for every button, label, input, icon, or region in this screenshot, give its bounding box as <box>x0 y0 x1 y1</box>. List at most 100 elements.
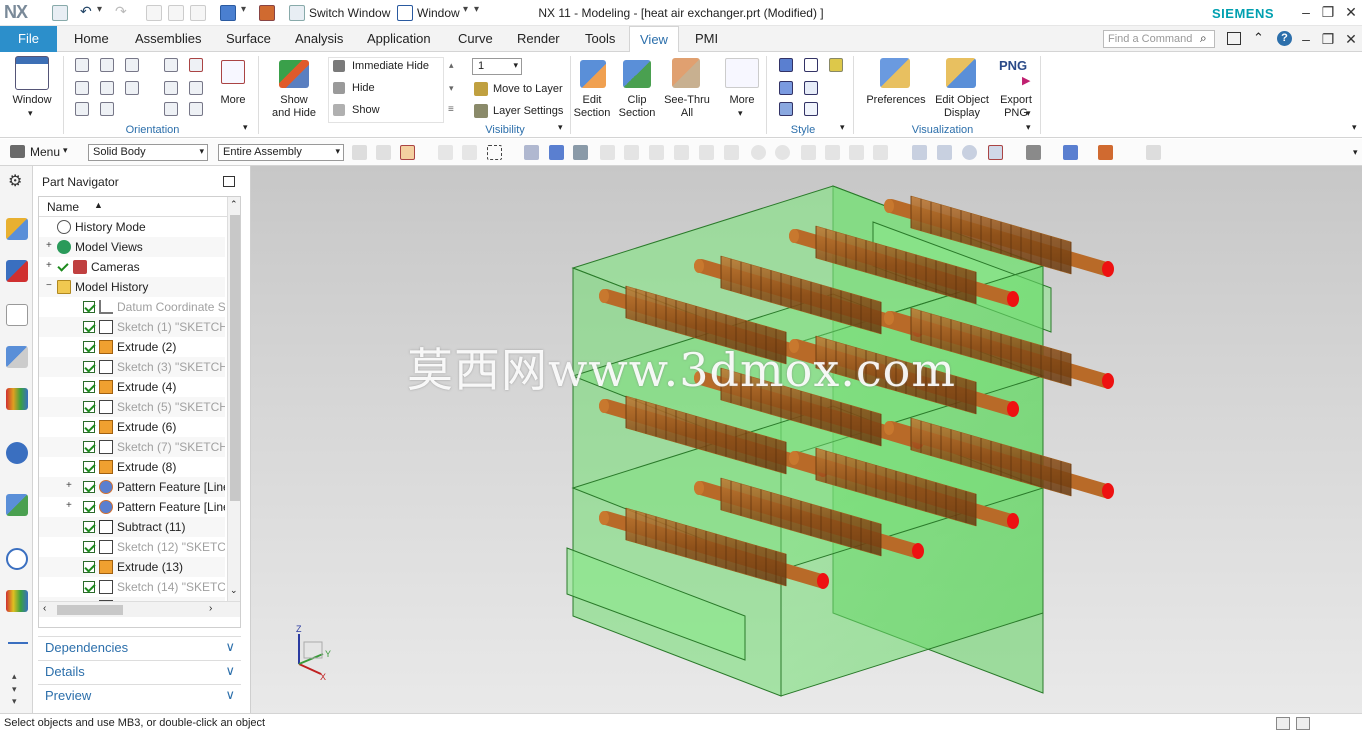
arc-center-icon[interactable] <box>751 145 766 160</box>
vertical-scrollbar[interactable]: ⌃ ⌄ <box>227 197 240 601</box>
web-browser-icon[interactable] <box>6 442 28 464</box>
tangent-icon[interactable] <box>674 145 689 160</box>
shaded-icon[interactable] <box>779 58 793 72</box>
edit-section-icon[interactable] <box>580 60 606 88</box>
pan-icon[interactable] <box>125 58 139 72</box>
horizontal-scroll-thumb[interactable] <box>57 605 123 615</box>
tab-assemblies[interactable]: Assemblies <box>125 26 211 52</box>
preview-panel[interactable]: Preview ∨ <box>38 684 241 706</box>
selection-scope-select[interactable]: Entire Assembly ▾ <box>218 144 344 161</box>
visibility-more-button[interactable]: More <box>722 94 762 107</box>
see-thru-all-button[interactable]: See-Thru All <box>659 94 715 120</box>
doc-close-icon[interactable]: ✕ <box>1341 31 1361 48</box>
menu-dropdown-icon[interactable]: ▾ <box>63 145 68 156</box>
studio-icon[interactable] <box>829 58 843 72</box>
horizontal-scrollbar[interactable]: ‹ › <box>39 601 240 617</box>
scroll-down-icon[interactable]: ▾ <box>12 684 17 695</box>
process-studio-icon[interactable] <box>8 634 28 644</box>
select-feature-icon[interactable] <box>376 145 391 160</box>
window-icon-large[interactable] <box>15 56 49 90</box>
hidden-edges-icon[interactable] <box>804 81 818 95</box>
point-on-surface-icon[interactable] <box>825 145 840 160</box>
tab-surface[interactable]: Surface <box>216 26 281 52</box>
tab-view[interactable]: View <box>629 26 679 53</box>
orientation-more-icon[interactable] <box>221 60 245 84</box>
reuse-library-icon[interactable] <box>6 346 28 368</box>
bottom-view-icon[interactable] <box>100 102 114 116</box>
tab-render[interactable]: Render <box>507 26 570 52</box>
line-end-icon[interactable] <box>600 145 615 160</box>
constraint-navigator-icon[interactable] <box>6 260 28 282</box>
tree-row[interactable]: Sketch (1) "SKETCH_( <box>39 317 225 337</box>
dependencies-panel[interactable]: Dependencies ∨ <box>38 636 241 658</box>
tree-row[interactable]: Extrude (13) <box>39 557 225 577</box>
immediate-hide-button[interactable]: Immediate Hide <box>352 60 429 72</box>
tree-row[interactable]: Sketch (3) "SKETCH_( <box>39 357 225 377</box>
quadrant-icon[interactable] <box>775 145 790 160</box>
hide-icon[interactable] <box>333 82 345 94</box>
visibility-checkbox[interactable] <box>83 381 95 393</box>
zoom-view-icon[interactable] <box>937 145 952 160</box>
render-style-icon[interactable] <box>1026 145 1041 160</box>
assembly-navigator-icon[interactable] <box>6 218 28 240</box>
window-dropdown-icon[interactable]: ▾ <box>28 108 33 119</box>
scroll-right-icon[interactable]: › <box>209 603 212 614</box>
find-command-input[interactable]: Find a Command <box>1103 30 1215 48</box>
rotate-icon[interactable] <box>164 81 178 95</box>
fit-icon[interactable] <box>75 58 89 72</box>
restore-icon[interactable]: ❐ <box>1318 4 1338 21</box>
type-filter-select[interactable]: Solid Body ▾ <box>88 144 208 161</box>
clock-icon[interactable] <box>6 548 28 570</box>
existing-point-icon[interactable] <box>873 145 888 160</box>
show-button[interactable]: Show <box>352 104 380 116</box>
bounded-grid-icon[interactable] <box>849 145 864 160</box>
tree-row[interactable]: + Pattern Feature [Line <box>39 477 225 497</box>
tree-row[interactable]: + Cameras <box>39 257 225 277</box>
tab-pmi[interactable]: PMI <box>685 26 728 52</box>
right-view-icon[interactable] <box>125 81 139 95</box>
tree-row[interactable]: History Mode <box>39 217 225 237</box>
status-icon-left[interactable] <box>1276 717 1290 730</box>
expand-icon[interactable]: + <box>66 500 72 511</box>
orient-view-icon[interactable] <box>988 145 1003 160</box>
tree-row[interactable]: Extrude (8) <box>39 457 225 477</box>
wireframe-icon[interactable] <box>804 58 818 72</box>
doc-minimize-icon[interactable]: – <box>1296 31 1316 47</box>
refresh-view-icon[interactable] <box>164 102 178 116</box>
visibility-checkbox[interactable] <box>83 441 95 453</box>
toolbar-overflow-icon[interactable]: ▾ <box>1353 147 1358 158</box>
fit-view-icon[interactable] <box>912 145 927 160</box>
preferences-button[interactable]: Preferences <box>864 94 928 107</box>
orientation-group-dropdown-icon[interactable]: ▾ <box>243 122 248 133</box>
gallery-down-icon[interactable]: ▾ <box>449 83 454 94</box>
more-dropdown-icon[interactable]: ▾ <box>738 108 743 119</box>
show-hide-icon[interactable] <box>279 60 309 88</box>
visibility-checkbox[interactable] <box>83 521 95 533</box>
menu-button[interactable]: Menu <box>30 145 60 159</box>
hide-button[interactable]: Hide <box>352 82 375 94</box>
clip-section-button[interactable]: Clip Section <box>615 94 659 120</box>
model-canvas[interactable]: Z X Y <box>251 166 1362 713</box>
tree-row[interactable]: Sketch (5) "SKETCH_( <box>39 397 225 417</box>
visibility-checkbox[interactable] <box>83 461 95 473</box>
front-view-icon[interactable] <box>100 81 114 95</box>
select-edge-icon[interactable] <box>462 145 477 160</box>
visibility-checkbox[interactable] <box>83 321 95 333</box>
tab-application[interactable]: Application <box>357 26 441 52</box>
visibility-checkbox[interactable] <box>83 301 95 313</box>
tree-row[interactable]: Subtract (11) <box>39 517 225 537</box>
export-png-dropdown-icon[interactable]: ▾ <box>1026 108 1031 119</box>
show-and-hide-button[interactable]: Show and Hide <box>266 94 322 120</box>
zoom-icon[interactable] <box>100 58 114 72</box>
left-view-icon[interactable] <box>75 102 89 116</box>
ribbon-layout-icon[interactable] <box>1227 32 1241 45</box>
window-button[interactable]: Window <box>8 94 56 107</box>
rectangle-select-icon[interactable] <box>487 145 502 160</box>
tab-file[interactable]: File <box>0 26 57 52</box>
tree-row[interactable]: Sketch (7) "SKETCH_( <box>39 437 225 457</box>
intersection-icon[interactable] <box>724 145 739 160</box>
tree-row[interactable]: Datum Coordinate Sy <box>39 297 225 317</box>
details-panel[interactable]: Details ∨ <box>38 660 241 682</box>
ribbon-overflow-icon[interactable]: ▾ <box>1352 122 1357 133</box>
expand-icon[interactable]: + <box>66 480 72 491</box>
